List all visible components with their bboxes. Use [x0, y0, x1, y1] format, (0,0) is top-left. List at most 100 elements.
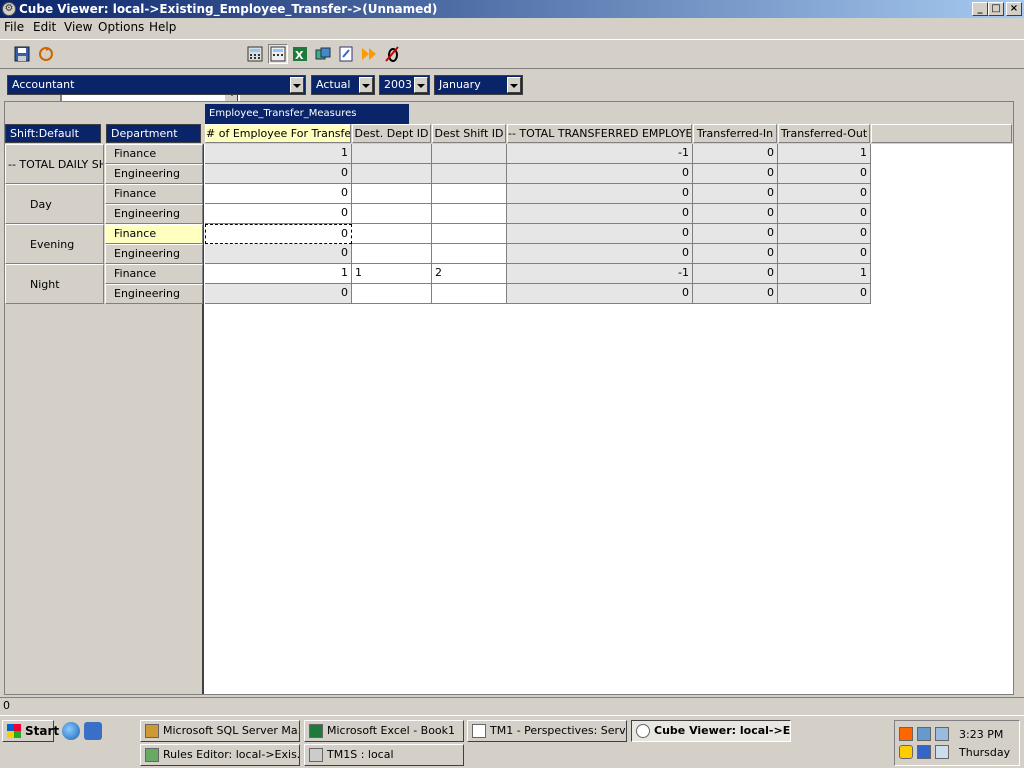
grid-cell[interactable]: 0 — [205, 224, 352, 244]
dimension-select-month[interactable]: January — [434, 75, 523, 95]
row-header-department[interactable]: Engineering — [105, 164, 203, 184]
grid-cell[interactable]: 0 — [205, 284, 352, 304]
column-header[interactable]: -- TOTAL TRANSFERRED EMPLOYEES — [507, 124, 692, 143]
taskbar-button-cube-viewer[interactable]: Cube Viewer: local->E... — [631, 720, 791, 742]
menu-options[interactable]: Options — [98, 20, 144, 34]
grid-cell[interactable]: 1 — [778, 264, 871, 284]
column-header[interactable]: # of Employee For Transfer — [205, 124, 351, 143]
grid-cell[interactable] — [352, 284, 432, 304]
column-header[interactable]: Dest Shift ID — [432, 124, 506, 143]
row-header-department[interactable]: Finance — [105, 144, 203, 164]
menu-file[interactable]: File — [4, 20, 24, 34]
menu-view[interactable]: View — [64, 20, 92, 34]
grid-cell[interactable]: 0 — [778, 164, 871, 184]
dimension-select-version[interactable]: Actual — [311, 75, 375, 95]
minimize-button[interactable]: _ — [972, 2, 988, 16]
grid-cell[interactable]: 0 — [205, 204, 352, 224]
maximize-button[interactable]: □ — [988, 2, 1004, 16]
row-header-department[interactable]: Finance — [105, 224, 203, 244]
close-button[interactable]: × — [1006, 2, 1022, 16]
grid-cell[interactable]: 0 — [507, 284, 693, 304]
row-header-department[interactable]: Engineering — [105, 204, 203, 224]
grid-cell[interactable] — [352, 164, 432, 184]
grid-cell[interactable] — [352, 144, 432, 164]
taskbar-button-tm1s[interactable]: TM1S : local — [304, 744, 464, 766]
chevron-down-icon[interactable] — [507, 77, 521, 93]
grid-cell[interactable]: 0 — [778, 184, 871, 204]
grid-cell[interactable] — [352, 244, 432, 264]
automatic-recalc-icon[interactable] — [268, 44, 288, 64]
chevron-down-icon[interactable] — [414, 77, 428, 93]
row-group-evening[interactable]: Evening — [5, 224, 104, 264]
grid-cell[interactable] — [432, 164, 507, 184]
menu-edit[interactable]: Edit — [33, 20, 56, 34]
grid-cell[interactable] — [352, 204, 432, 224]
column-header[interactable]: Transferred-In — [693, 124, 777, 143]
grid-cell[interactable]: -1 — [507, 144, 693, 164]
row-header-department[interactable]: Finance — [105, 264, 203, 284]
grid-cell[interactable]: 0 — [778, 224, 871, 244]
row-dimension-department[interactable]: Department — [106, 124, 201, 143]
grid-cell[interactable]: 0 — [205, 244, 352, 264]
row-header-department[interactable]: Finance — [105, 184, 203, 204]
grid-cell[interactable]: 0 — [507, 164, 693, 184]
user-icon[interactable] — [935, 727, 949, 741]
row-group-night[interactable]: Night — [5, 264, 104, 304]
grid-cell[interactable]: 0 — [205, 184, 352, 204]
grid-cell[interactable]: 2 — [432, 264, 507, 284]
grid-cell[interactable]: 0 — [693, 224, 778, 244]
grid-cell[interactable]: 0 — [693, 204, 778, 224]
grid-cell[interactable]: 0 — [693, 244, 778, 264]
grid-cell[interactable]: -1 — [507, 264, 693, 284]
menu-help[interactable]: Help — [149, 20, 176, 34]
grid-cell[interactable]: 0 — [693, 184, 778, 204]
show-desktop-icon[interactable] — [84, 722, 102, 740]
grid-cell[interactable]: 0 — [693, 144, 778, 164]
cube-icon[interactable] — [313, 44, 333, 64]
grid-cell[interactable] — [352, 184, 432, 204]
grid-cell[interactable] — [432, 224, 507, 244]
column-header[interactable]: Dest. Dept ID — [352, 124, 431, 143]
grid-cell[interactable]: 0 — [507, 204, 693, 224]
start-button[interactable]: Start — [2, 720, 59, 742]
grid-cell[interactable]: 0 — [507, 224, 693, 244]
grid-cell[interactable]: 0 — [507, 184, 693, 204]
chevron-down-icon[interactable] — [359, 77, 373, 93]
tray-app-icon[interactable] — [899, 727, 913, 741]
taskbar-button-tm1-perspectives[interactable]: TM1 - Perspectives: Serv... — [467, 720, 627, 742]
row-group-day[interactable]: Day — [5, 184, 104, 224]
taskbar-button-rules-editor[interactable]: Rules Editor: local->Exis... — [140, 744, 300, 766]
grid-cell[interactable]: 0 — [778, 244, 871, 264]
sandbox-icon[interactable] — [336, 44, 356, 64]
measure-dimension-header[interactable]: Employee_Transfer_Measures — [205, 104, 409, 124]
recalculate-icon[interactable] — [36, 44, 56, 64]
grid-cell[interactable] — [432, 284, 507, 304]
grid-cell[interactable] — [432, 184, 507, 204]
taskbar-button-sql-server[interactable]: Microsoft SQL Server Ma... — [140, 720, 300, 742]
grid-cell[interactable]: 0 — [205, 164, 352, 184]
dimension-select-employee[interactable]: Accountant — [7, 75, 306, 95]
grid-cell[interactable]: 1 — [205, 144, 352, 164]
grid-cell[interactable] — [432, 244, 507, 264]
internet-explorer-icon[interactable] — [62, 722, 80, 740]
server-icon[interactable] — [935, 745, 949, 759]
grid-cell[interactable] — [432, 144, 507, 164]
grid-cell[interactable]: 0 — [693, 284, 778, 304]
save-view-icon[interactable] — [12, 44, 32, 64]
row-dimension-shift[interactable]: Shift:Default — [5, 124, 101, 143]
grid-cell[interactable]: 1 — [205, 264, 352, 284]
dimension-select-year[interactable]: 2003 — [379, 75, 430, 95]
grid-cell[interactable]: 0 — [778, 204, 871, 224]
row-header-department[interactable]: Engineering — [105, 284, 203, 304]
taskbar-button-excel[interactable]: Microsoft Excel - Book1 — [304, 720, 464, 742]
grid-cell[interactable]: 1 — [778, 144, 871, 164]
clock-time[interactable]: 3:23 PM — [959, 728, 1003, 741]
grid-cell[interactable] — [352, 224, 432, 244]
zero-suppress-icon[interactable] — [382, 44, 402, 64]
chevron-down-icon[interactable] — [290, 77, 304, 93]
network-icon[interactable] — [917, 727, 931, 741]
grid-cell[interactable]: 0 — [693, 264, 778, 284]
grid-cell[interactable]: 0 — [778, 284, 871, 304]
row-group-total-daily-shift[interactable]: -- TOTAL DAILY SHI — [5, 144, 104, 184]
grid-cell[interactable] — [432, 204, 507, 224]
